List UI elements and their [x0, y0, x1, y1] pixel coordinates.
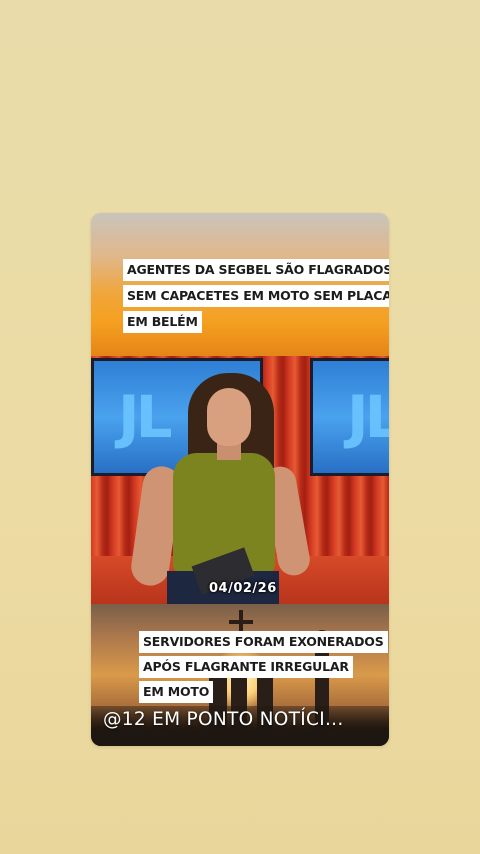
headline-top-line-3: EM BELÉM	[123, 311, 202, 333]
cross-bar	[229, 620, 253, 624]
studio-screen-right: JL	[310, 358, 389, 476]
account-handle[interactable]: @12 EM PONTO NOTÍCI...	[103, 709, 344, 730]
headline-top-line-2: SEM CAPACETES EM MOTO SEM PLACA,	[123, 285, 389, 307]
headline-top-line-1: AGENTES DA SEGBEL SÃO FLAGRADOS	[123, 259, 389, 281]
headline-bottom-line-2: APÓS FLAGRANTE IRREGULAR	[139, 656, 353, 678]
news-studio-image: JL JL 04/02/26	[91, 356, 389, 604]
anchor-face	[207, 388, 251, 446]
headline-bottom-line-1: SERVIDORES FORAM EXONERADOS	[139, 631, 388, 653]
date-overlay: 04/02/26	[209, 581, 277, 596]
headline-bottom-line-3: EM MOTO	[139, 681, 214, 703]
screen-logo-right: JL	[347, 383, 389, 451]
screen-logo-left: JL	[118, 383, 173, 451]
story-card[interactable]: AGENTES DA SEGBEL SÃO FLAGRADOS SEM CAPA…	[91, 213, 389, 746]
